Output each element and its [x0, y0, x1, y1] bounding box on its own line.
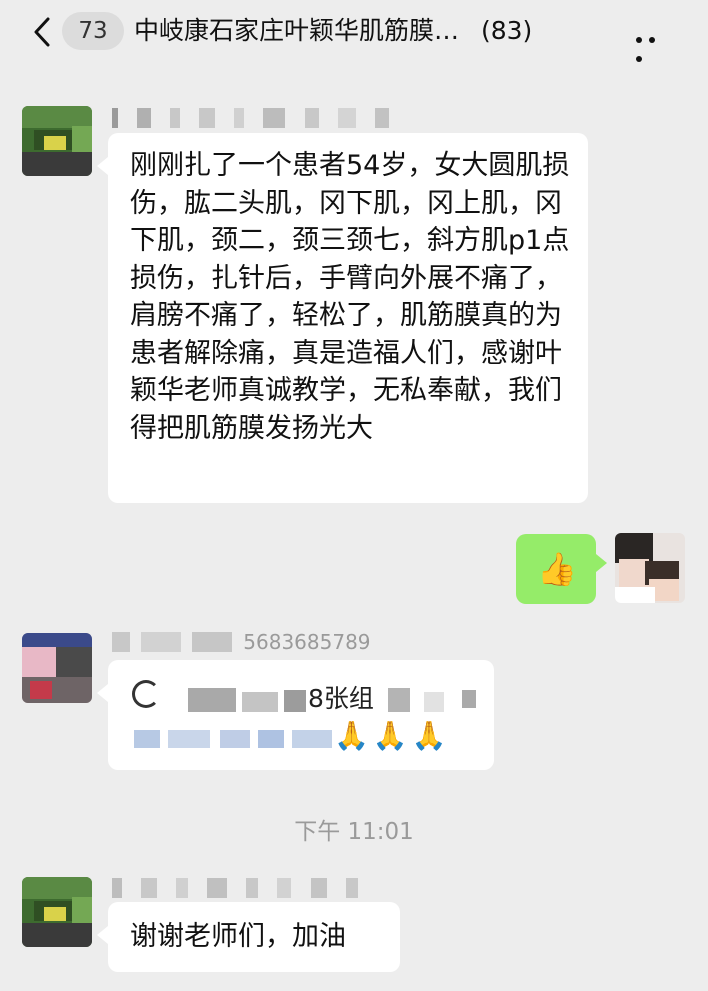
message-text-fragment: 8张组	[308, 684, 374, 713]
avatar[interactable]	[22, 106, 92, 176]
message-bubble[interactable]: 8张组 🙏🙏🙏	[97, 660, 494, 770]
pray-icon: 🙏🙏🙏	[334, 719, 451, 752]
redacted-link-text	[134, 726, 334, 752]
message-bubble[interactable]: 谢谢老师们，加油	[97, 902, 400, 972]
member-count: (83)	[480, 16, 533, 45]
thumbs-up-icon: 👍	[537, 550, 577, 588]
avatar[interactable]	[615, 533, 685, 603]
sender-name	[112, 878, 472, 900]
time-divider: 下午 11:01	[294, 819, 414, 845]
chat-header: 73 中岐康石家庄叶颖华肌筋膜… (83)	[0, 0, 708, 66]
sender-name: 5683685789	[112, 632, 412, 654]
sender-name	[112, 108, 542, 130]
message-text: 谢谢老师们，加油	[130, 921, 346, 952]
message-text: 刚刚扎了一个患者54岁，女大圆肌损伤，肱二头肌，冈下肌，冈上肌，冈下肌，颈二，颈…	[130, 150, 570, 444]
message-bubble[interactable]: 刚刚扎了一个患者54岁，女大圆肌损伤，肱二头肌，冈下肌，冈上肌，冈下肌，颈二，颈…	[97, 133, 588, 503]
dot-icon	[649, 37, 655, 43]
dot-icon	[636, 56, 642, 62]
redacted-text: 8张组	[148, 684, 478, 718]
chevron-left-icon	[34, 17, 50, 47]
back-button[interactable]	[28, 16, 58, 48]
message-bubble-outgoing[interactable]: 👍	[516, 534, 607, 604]
avatar[interactable]	[22, 877, 92, 947]
more-options-button[interactable]	[636, 28, 672, 62]
avatar[interactable]	[22, 633, 92, 703]
sender-name-visible: 5683685789	[243, 632, 371, 654]
dot-icon	[636, 37, 642, 43]
chat-title: 中岐康石家庄叶颖华肌筋膜… (83)	[134, 14, 624, 48]
group-name: 中岐康石家庄叶颖华肌筋膜…	[134, 16, 460, 45]
unread-count-badge[interactable]: 73	[62, 12, 124, 50]
